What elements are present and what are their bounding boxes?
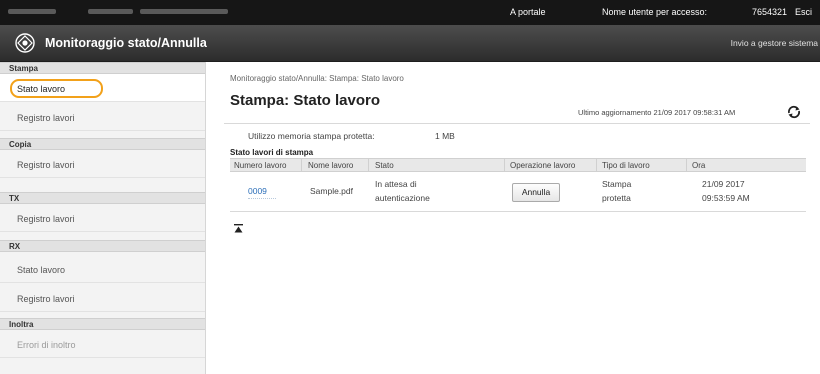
table-row: 0009 Sample.pdf In attesa di autenticazi… [230,172,806,212]
sidebar-item-label: Errori di inoltro [17,340,76,350]
column-divider [596,159,597,171]
job-status-line2: autenticazione [375,193,430,203]
sidebar-item-label: Stato lavoro [17,265,66,275]
column-divider [686,159,687,171]
sidebar-section-copia: Copia [0,138,205,150]
sidebar-item-label: Registro lavori [17,214,75,224]
link-underline [248,198,276,199]
app-header: Monitoraggio stato/Annulla Invio a gesto… [0,25,820,62]
column-header: Tipo di lavoro [602,161,650,170]
column-header: Stato [375,161,394,170]
blurred-text [140,9,228,14]
blurred-text [88,9,133,14]
memory-usage-value: 1 MB [435,131,455,141]
sidebar: Stampa Stato lavoro Registro lavori Copi… [0,62,206,374]
job-name: Sample.pdf [310,186,353,196]
cancel-job-button[interactable]: Annulla [512,183,560,202]
login-user-value: 7654321 [752,7,788,17]
breadcrumb: Monitoraggio stato/Annulla: Stampa: Stat… [230,74,404,83]
column-divider [504,159,505,171]
job-type-line2: protetta [602,193,631,203]
sidebar-item-rx-registro-lavori[interactable]: Registro lavori [0,284,205,312]
job-time-line1: 21/09 2017 [702,179,745,189]
table-header: Numero lavoro Nome lavoro Stato Operazio… [230,158,806,172]
memory-usage-label: Utilizzo memoria stampa protetta: [248,131,375,141]
sidebar-section-title: Stampa [9,64,38,73]
job-time-line2: 09:53:59 AM [702,193,750,203]
sidebar-section-title: RX [9,242,21,251]
column-divider [301,159,302,171]
top-bar: A portale Nome utente per accesso: 76543… [0,0,820,25]
job-number-link[interactable]: 0009 [248,184,267,198]
sidebar-item-label: Registro lavori [17,294,75,304]
main-content: Monitoraggio stato/Annulla: Stampa: Stat… [206,62,820,374]
blurred-text [8,9,56,14]
portal-link[interactable]: A portale [510,7,546,17]
sidebar-section-title: Copia [9,140,32,149]
sidebar-section-title: TX [9,194,20,203]
sidebar-item-rx-stato-lavoro[interactable]: Stato lavoro [0,255,205,283]
divider [224,123,810,124]
sidebar-item-stampa-registro-lavori[interactable]: Registro lavori [0,103,205,131]
send-to-admin-link[interactable]: Invio a gestore sistema [731,38,818,48]
job-status-line1: In attesa di [375,179,417,189]
login-user-label: Nome utente per accesso: [602,7,708,17]
logout-link[interactable]: Esci [795,7,812,17]
remote-ui-logo-icon [15,33,35,53]
job-type-line1: Stampa [602,179,632,189]
sidebar-item-copia-registro-lavori[interactable]: Registro lavori [0,150,205,178]
sidebar-section-stampa: Stampa [0,62,205,74]
page-title: Stampa: Stato lavoro [230,92,381,109]
table-caption: Stato lavori di stampa [230,148,314,157]
sidebar-item-label: Stato lavoro [17,84,66,94]
column-header: Nome lavoro [308,161,354,170]
sidebar-section-title: Inoltra [9,320,34,329]
sidebar-item-tx-registro-lavori[interactable]: Registro lavori [0,204,205,232]
sidebar-section-tx: TX [0,192,205,204]
sidebar-section-inoltra: Inoltra [0,318,205,330]
sidebar-item-inoltra-errori[interactable]: Errori di inoltro [0,330,205,358]
column-header: Ora [692,161,706,170]
back-to-top-icon[interactable] [234,224,243,233]
column-header: Numero lavoro [234,161,287,170]
sidebar-item-stampa-stato-lavoro[interactable]: Stato lavoro [0,74,205,102]
column-header: Operazione lavoro [510,161,576,170]
sidebar-item-label: Registro lavori [17,160,75,170]
refresh-icon[interactable] [786,104,802,120]
last-update-text: Ultimo aggiornamento 21/09 2017 09:58:31… [578,108,736,117]
sidebar-item-label: Registro lavori [17,113,75,123]
app-title: Monitoraggio stato/Annulla [45,36,207,50]
sidebar-section-rx: RX [0,240,205,252]
column-divider [368,159,369,171]
